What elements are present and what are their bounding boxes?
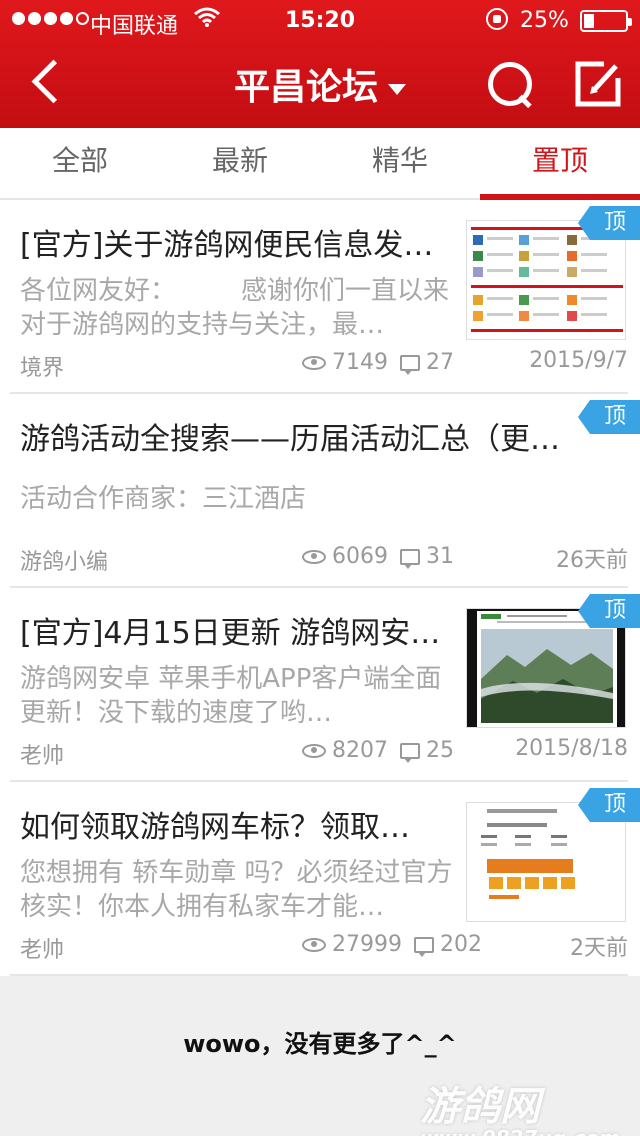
- post-stats: 27999 202: [302, 932, 482, 957]
- views-icon: [302, 937, 326, 952]
- post-excerpt: 活动合作商家：三江酒店: [20, 484, 307, 514]
- post-date: 2015/8/18: [515, 736, 628, 761]
- tab-latest[interactable]: 最新: [160, 128, 320, 198]
- post-date: 2天前: [570, 936, 628, 961]
- watermark-url: www.0827ug.com: [420, 1126, 620, 1136]
- post-comments: 202: [440, 932, 482, 957]
- status-bar: 中国联通 15:20 25%: [0, 0, 640, 40]
- views-icon: [302, 549, 326, 564]
- search-icon[interactable]: [486, 60, 534, 108]
- caret-down-icon: [388, 83, 406, 95]
- comments-icon: [400, 354, 420, 375]
- post-author: 境界: [20, 356, 65, 381]
- post-date: 26天前: [556, 548, 628, 573]
- tab-pinned[interactable]: 置顶: [480, 128, 640, 200]
- tab-featured[interactable]: 精华: [320, 128, 480, 198]
- site-watermark-logo: 游鸽网 www.0827ug.com: [420, 1074, 620, 1136]
- post-excerpt: 游鸽网安卓 苹果手机APP客户端全面更新！没下载的速度了哟…: [20, 664, 442, 728]
- pinned-badge: 顶: [578, 788, 640, 822]
- top-bar: 中国联通 15:20 25% 平昌论坛: [0, 0, 640, 128]
- post-comments: 31: [426, 544, 454, 569]
- battery-icon: [580, 10, 632, 32]
- compose-icon[interactable]: [574, 60, 622, 108]
- no-more-message: wowo，没有更多了^_^: [183, 1030, 457, 1058]
- post-list: [官方]关于游鸽网便民信息发… 各位网友好： 感谢你们一直以来对于游鸽网的支持与…: [0, 200, 640, 976]
- post-stats: 6069 31: [302, 544, 454, 569]
- post-comments: 25: [426, 738, 454, 763]
- views-icon: [302, 355, 326, 370]
- comments-icon: [400, 548, 420, 569]
- pinned-badge: 顶: [578, 206, 640, 240]
- post-excerpt: 您想拥有 轿车勋章 吗？必须经过官方核实！你本人拥有私家车才能…: [20, 858, 453, 922]
- list-item[interactable]: 如何领取游鸽网车标？领取… 您想拥有 轿车勋章 吗？必须经过官方核实！你本人拥有…: [10, 782, 640, 976]
- post-views: 27999: [332, 932, 402, 957]
- list-item[interactable]: [官方]关于游鸽网便民信息发… 各位网友好： 感谢你们一直以来对于游鸽网的支持与…: [10, 200, 640, 394]
- post-date: 2015/9/7: [529, 348, 628, 373]
- tab-all[interactable]: 全部: [0, 128, 160, 198]
- list-item[interactable]: [官方]4月15日更新 游鸽网安… 游鸽网安卓 苹果手机APP客户端全面更新！没…: [10, 588, 640, 782]
- post-author: 游鸽小编: [20, 550, 109, 575]
- post-title: 如何领取游鸽网车标？领取…: [20, 810, 410, 845]
- post-stats: 8207 25: [302, 738, 454, 763]
- post-stats: 7149 27: [302, 350, 454, 375]
- battery-percent: 25%: [520, 8, 569, 33]
- list-item[interactable]: 游鸽活动全搜索——历届活动汇总（更… 活动合作商家：三江酒店 游鸽小编 6069…: [10, 394, 640, 588]
- post-excerpt: 各位网友好： 感谢你们一直以来对于游鸽网的支持与关注，最…: [20, 276, 450, 340]
- post-title: 游鸽活动全搜索——历届活动汇总（更…: [20, 422, 560, 457]
- battery-fill: [584, 14, 594, 28]
- post-author: 老帅: [20, 744, 65, 769]
- forum-title-dropdown[interactable]: 平昌论坛: [0, 58, 640, 110]
- post-views: 7149: [332, 350, 388, 375]
- post-title: [官方]4月15日更新 游鸽网安…: [20, 616, 441, 651]
- comments-icon: [414, 936, 434, 957]
- filter-tabs: 全部 最新 精华 置顶: [0, 128, 640, 200]
- post-views: 8207: [332, 738, 388, 763]
- post-title: [官方]关于游鸽网便民信息发…: [20, 228, 434, 263]
- post-views: 6069: [332, 544, 388, 569]
- pinned-badge: 顶: [578, 400, 640, 434]
- post-comments: 27: [426, 350, 454, 375]
- comments-icon: [400, 742, 420, 763]
- rotation-lock-icon: [486, 8, 508, 30]
- pinned-badge: 顶: [578, 594, 640, 628]
- views-icon: [302, 743, 326, 758]
- post-author: 老帅: [20, 938, 65, 963]
- page-title: 平昌论坛: [233, 67, 378, 108]
- watermark-brand: 游鸽网: [420, 1084, 540, 1130]
